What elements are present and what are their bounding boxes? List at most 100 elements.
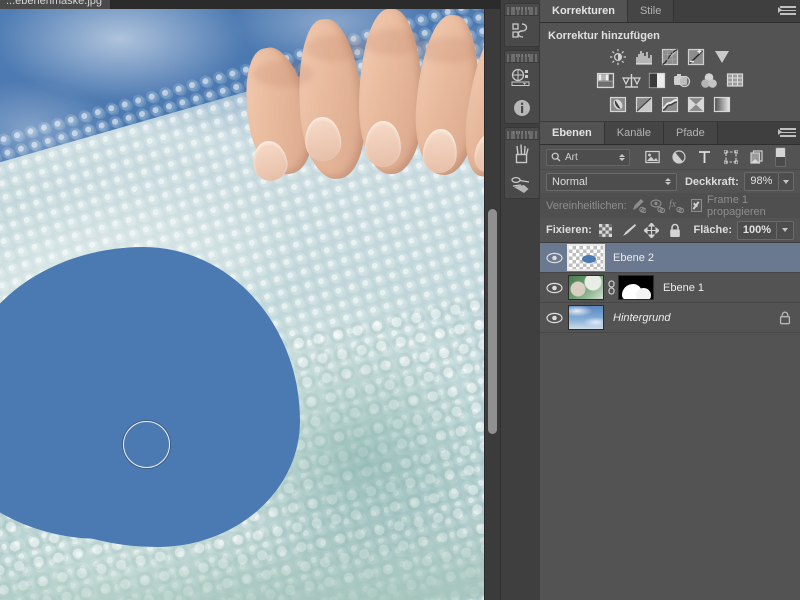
fill-label: Fläche: bbox=[693, 224, 732, 236]
opacity-dropdown-icon[interactable] bbox=[779, 172, 794, 191]
tab-pfade[interactable]: Pfade bbox=[664, 122, 718, 144]
filter-pixel-icon[interactable] bbox=[644, 149, 661, 166]
corrections-panel: Korrektur hinzufügen bbox=[540, 23, 800, 122]
table-row[interactable]: Hintergrund bbox=[540, 303, 800, 333]
fill-dropdown-icon[interactable] bbox=[777, 220, 794, 240]
hue-saturation-icon[interactable] bbox=[595, 71, 615, 90]
layer-name[interactable]: Hintergrund bbox=[613, 312, 670, 324]
blend-mode-row: Normal Deckkraft: 98% bbox=[540, 170, 800, 193]
corrections-panel-menu-icon[interactable] bbox=[778, 4, 796, 18]
corrections-row-1 bbox=[540, 47, 800, 66]
layer-thumbnail[interactable] bbox=[568, 305, 604, 330]
propagate-frame-checkbox[interactable] bbox=[690, 199, 703, 212]
opacity-label: Deckkraft: bbox=[684, 175, 739, 188]
color-balance-icon[interactable] bbox=[621, 71, 641, 90]
document-image[interactable] bbox=[0, 9, 485, 600]
tab-stile[interactable]: Stile bbox=[627, 0, 675, 22]
lock-image-icon[interactable] bbox=[620, 221, 638, 239]
table-row[interactable]: Ebene 2 bbox=[540, 243, 800, 273]
layer-name[interactable]: Ebene 1 bbox=[663, 282, 704, 294]
lock-position-icon[interactable] bbox=[643, 221, 661, 239]
info-icon[interactable] bbox=[505, 93, 539, 123]
selective-color-icon[interactable] bbox=[686, 95, 706, 114]
black-white-icon[interactable] bbox=[647, 71, 667, 90]
filter-type-icon[interactable] bbox=[696, 149, 713, 166]
exposure-icon[interactable] bbox=[686, 47, 706, 66]
lock-icon bbox=[778, 310, 792, 326]
brush-presets-icon[interactable] bbox=[505, 140, 539, 170]
posterize-icon[interactable] bbox=[634, 95, 654, 114]
layer-filter-bar: Art bbox=[540, 145, 800, 170]
layers-panel-menu-icon[interactable] bbox=[778, 126, 796, 140]
layer-visibility-toggle[interactable] bbox=[540, 243, 568, 272]
dock-group-history bbox=[504, 3, 540, 47]
layers-panel-empty-area bbox=[540, 333, 800, 595]
blend-mode-select[interactable]: Normal bbox=[546, 172, 677, 191]
table-row[interactable]: Ebene 1 bbox=[540, 273, 800, 303]
document-tab[interactable]: ...ebenenmaske.jpg bbox=[0, 0, 112, 9]
chevron-updown-icon[interactable] bbox=[619, 153, 625, 161]
gradient-map-icon[interactable] bbox=[712, 95, 732, 114]
layer-visibility-toggle[interactable] bbox=[540, 303, 568, 332]
layers-panel: Art Normal Deckkraft: 98% Vereinheitlich… bbox=[540, 145, 800, 595]
filter-adjustment-icon[interactable] bbox=[670, 149, 687, 166]
history-icon[interactable] bbox=[505, 16, 539, 46]
eye-icon bbox=[545, 312, 563, 323]
layer-filter-toggle[interactable] bbox=[775, 147, 786, 167]
layers-tabstrip: Ebenen Kanäle Pfade bbox=[540, 122, 800, 145]
curves-icon[interactable] bbox=[660, 47, 680, 66]
eye-icon bbox=[545, 252, 563, 263]
canvas-vertical-scrollbar[interactable] bbox=[484, 9, 500, 600]
dock-grip[interactable] bbox=[505, 7, 539, 16]
layer-kind-select[interactable]: Art bbox=[546, 148, 630, 166]
unify-position-icon[interactable] bbox=[631, 197, 646, 214]
canvas-scrollbar-thumb[interactable] bbox=[488, 209, 497, 434]
photoshop-window: ...ebenenmaske.jpg Korrekturen Stile Kor… bbox=[0, 0, 800, 600]
canvas-area[interactable] bbox=[0, 9, 500, 600]
svg-text:fx: fx bbox=[669, 199, 677, 210]
right-panel-column: Korrekturen Stile Korrektur hinzufügen E… bbox=[540, 0, 800, 600]
filter-smart-object-icon[interactable] bbox=[748, 149, 765, 166]
color-lookup-icon[interactable] bbox=[725, 71, 745, 90]
brightness-contrast-icon[interactable] bbox=[608, 47, 628, 66]
lock-row: Fixieren: Fläche: 100% bbox=[540, 218, 800, 243]
lock-all-icon[interactable] bbox=[666, 221, 684, 239]
collapsed-panel-dock bbox=[500, 0, 542, 600]
vibrance-icon[interactable] bbox=[712, 47, 732, 66]
unify-visibility-icon[interactable] bbox=[650, 197, 665, 214]
channel-mixer-icon[interactable] bbox=[699, 71, 719, 90]
layer-visibility-toggle[interactable] bbox=[540, 273, 568, 302]
layer-mask-link-icon[interactable] bbox=[604, 275, 618, 300]
corrections-tabstrip: Korrekturen Stile bbox=[540, 0, 800, 23]
eye-icon bbox=[545, 282, 563, 293]
layer-thumbnail[interactable] bbox=[568, 275, 604, 300]
layer-thumbnail[interactable] bbox=[567, 244, 605, 271]
dock-group-presets bbox=[504, 127, 540, 199]
levels-icon[interactable] bbox=[634, 47, 654, 66]
unify-style-icon[interactable]: fx bbox=[669, 197, 685, 214]
photo-filter-icon[interactable] bbox=[673, 71, 693, 90]
chevron-updown-icon[interactable] bbox=[664, 178, 671, 185]
dock-grip[interactable] bbox=[505, 54, 539, 63]
filter-shape-icon[interactable] bbox=[722, 149, 739, 166]
lock-transparency-icon[interactable] bbox=[597, 221, 615, 239]
3d-icon[interactable] bbox=[505, 63, 539, 93]
tool-presets-icon[interactable] bbox=[505, 170, 539, 200]
blend-mode-value: Normal bbox=[552, 175, 588, 188]
layer-kind-label: Art bbox=[565, 151, 578, 163]
dock-grip[interactable] bbox=[505, 131, 539, 140]
lock-label: Fixieren: bbox=[546, 224, 592, 236]
tab-ebenen[interactable]: Ebenen bbox=[540, 122, 605, 144]
fill-input[interactable]: 100% bbox=[737, 220, 777, 240]
tab-kanaele[interactable]: Kanäle bbox=[604, 122, 664, 144]
dock-group-3d-info bbox=[504, 50, 540, 124]
invert-icon[interactable] bbox=[608, 95, 628, 114]
threshold-icon[interactable] bbox=[660, 95, 680, 114]
tab-korrekturen[interactable]: Korrekturen bbox=[540, 0, 628, 22]
layer-name[interactable]: Ebene 2 bbox=[613, 252, 654, 264]
layer-mask-thumbnail[interactable] bbox=[618, 275, 654, 300]
opacity-input[interactable]: 98% bbox=[743, 172, 779, 191]
document-tabbar: ...ebenenmaske.jpg bbox=[0, 0, 500, 9]
unify-label: Vereinheitlichen: bbox=[546, 199, 627, 212]
brush-cursor-icon bbox=[123, 421, 170, 468]
